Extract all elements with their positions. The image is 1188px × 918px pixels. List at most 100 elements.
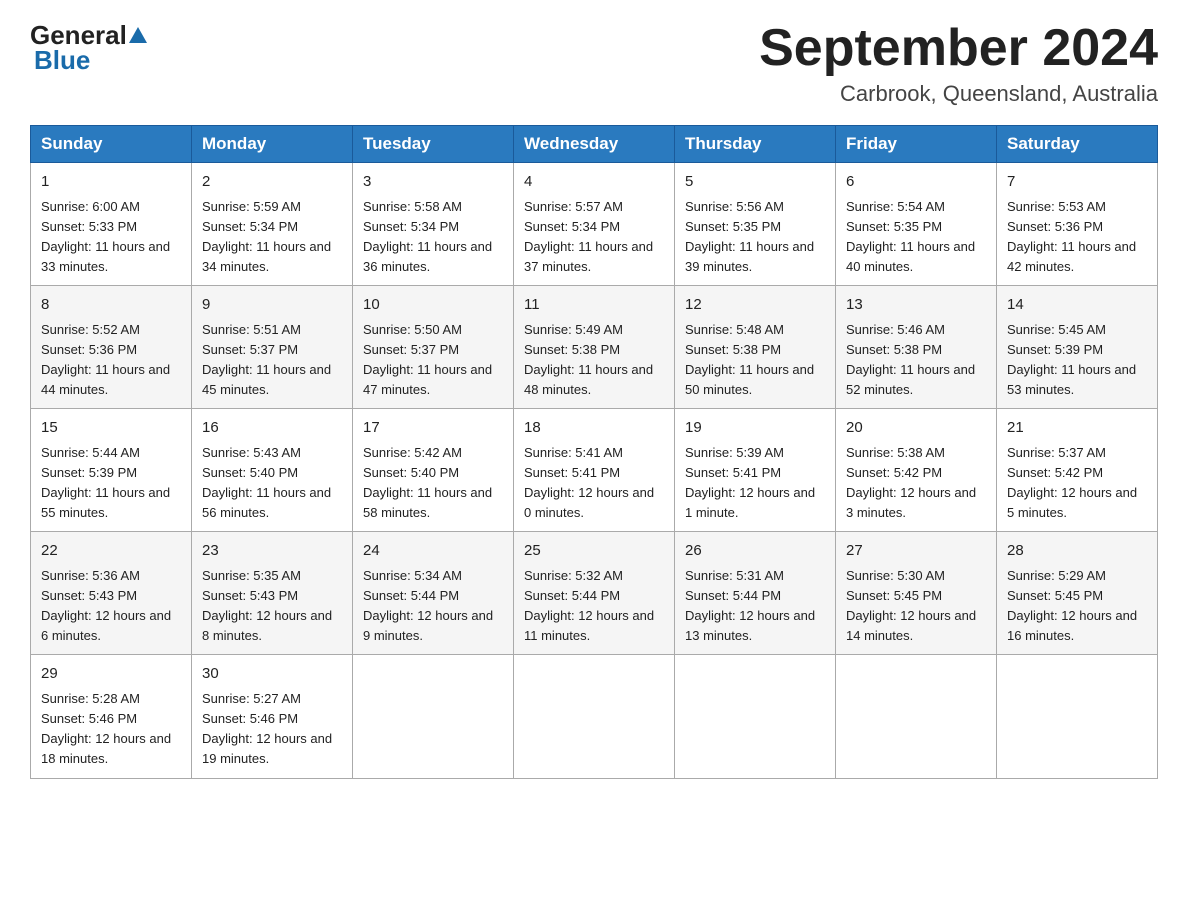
day-info: Sunrise: 5:45 AMSunset: 5:39 PMDaylight:… [1007,320,1147,401]
day-info: Sunrise: 5:53 AMSunset: 5:36 PMDaylight:… [1007,197,1147,278]
day-info: Sunrise: 5:42 AMSunset: 5:40 PMDaylight:… [363,443,503,524]
day-info: Sunrise: 5:30 AMSunset: 5:45 PMDaylight:… [846,566,986,647]
calendar-cell: 12 Sunrise: 5:48 AMSunset: 5:38 PMDayligh… [675,286,836,409]
day-info: Sunrise: 5:36 AMSunset: 5:43 PMDaylight:… [41,566,181,647]
calendar-week-5: 29 Sunrise: 5:28 AMSunset: 5:46 PMDayligh… [31,655,1158,778]
calendar-cell: 5 Sunrise: 5:56 AMSunset: 5:35 PMDaylight… [675,163,836,286]
calendar-cell: 18Sunrise: 5:41 AMSunset: 5:41 PMDayligh… [514,409,675,532]
day-info: Sunrise: 6:00 AMSunset: 5:33 PMDaylight:… [41,197,181,278]
day-info: Sunrise: 5:43 AMSunset: 5:40 PMDaylight:… [202,443,342,524]
day-number: 26 [685,540,825,563]
calendar-cell: 6 Sunrise: 5:54 AMSunset: 5:35 PMDaylight… [836,163,997,286]
weekday-header-tuesday: Tuesday [353,126,514,163]
day-info: Sunrise: 5:34 AMSunset: 5:44 PMDaylight:… [363,566,503,647]
day-number: 23 [202,540,342,563]
day-number: 21 [1007,417,1147,440]
day-info: Sunrise: 5:29 AMSunset: 5:45 PMDaylight:… [1007,566,1147,647]
calendar-cell [514,655,675,778]
calendar-cell: 7 Sunrise: 5:53 AMSunset: 5:36 PMDaylight… [997,163,1158,286]
day-number: 3 [363,171,503,194]
calendar-cell: 10 Sunrise: 5:50 AMSunset: 5:37 PMDayligh… [353,286,514,409]
weekday-header-sunday: Sunday [31,126,192,163]
day-info: Sunrise: 5:31 AMSunset: 5:44 PMDaylight:… [685,566,825,647]
calendar-cell [836,655,997,778]
day-number: 29 [41,663,181,686]
day-info: Sunrise: 5:54 AMSunset: 5:35 PMDaylight:… [846,197,986,278]
calendar-cell: 8 Sunrise: 5:52 AMSunset: 5:36 PMDaylight… [31,286,192,409]
calendar-cell: 3 Sunrise: 5:58 AMSunset: 5:34 PMDaylight… [353,163,514,286]
day-number: 12 [685,294,825,317]
weekday-header-row: SundayMondayTuesdayWednesdayThursdayFrid… [31,126,1158,163]
day-info: Sunrise: 5:32 AMSunset: 5:44 PMDaylight:… [524,566,664,647]
calendar-week-1: 1 Sunrise: 6:00 AMSunset: 5:33 PMDaylight… [31,163,1158,286]
calendar-cell: 4 Sunrise: 5:57 AMSunset: 5:34 PMDaylight… [514,163,675,286]
calendar-cell: 15Sunrise: 5:44 AMSunset: 5:39 PMDayligh… [31,409,192,532]
day-info: Sunrise: 5:37 AMSunset: 5:42 PMDaylight:… [1007,443,1147,524]
calendar-cell [675,655,836,778]
day-number: 10 [363,294,503,317]
calendar-cell [353,655,514,778]
calendar-week-2: 8 Sunrise: 5:52 AMSunset: 5:36 PMDaylight… [31,286,1158,409]
calendar-cell: 17 Sunrise: 5:42 AMSunset: 5:40 PMDayligh… [353,409,514,532]
day-number: 1 [41,171,181,194]
calendar-cell: 22Sunrise: 5:36 AMSunset: 5:43 PMDayligh… [31,532,192,655]
day-info: Sunrise: 5:49 AMSunset: 5:38 PMDaylight:… [524,320,664,401]
day-number: 11 [524,294,664,317]
day-number: 6 [846,171,986,194]
day-info: Sunrise: 5:56 AMSunset: 5:35 PMDaylight:… [685,197,825,278]
day-number: 2 [202,171,342,194]
day-number: 9 [202,294,342,317]
month-title: September 2024 [759,20,1158,77]
day-number: 19 [685,417,825,440]
day-number: 13 [846,294,986,317]
day-number: 25 [524,540,664,563]
logo: General Blue [30,20,149,76]
day-number: 16 [202,417,342,440]
title-area: September 2024 Carbrook, Queensland, Aus… [759,20,1158,107]
calendar-cell: 29 Sunrise: 5:28 AMSunset: 5:46 PMDayligh… [31,655,192,778]
day-info: Sunrise: 5:59 AMSunset: 5:34 PMDaylight:… [202,197,342,278]
calendar-cell: 16 Sunrise: 5:43 AMSunset: 5:40 PMDayligh… [192,409,353,532]
calendar-cell: 1 Sunrise: 6:00 AMSunset: 5:33 PMDaylight… [31,163,192,286]
calendar-cell: 28 Sunrise: 5:29 AMSunset: 5:45 PMDayligh… [997,532,1158,655]
weekday-header-wednesday: Wednesday [514,126,675,163]
day-info: Sunrise: 5:48 AMSunset: 5:38 PMDaylight:… [685,320,825,401]
day-number: 5 [685,171,825,194]
calendar-cell: 26 Sunrise: 5:31 AMSunset: 5:44 PMDayligh… [675,532,836,655]
day-info: Sunrise: 5:58 AMSunset: 5:34 PMDaylight:… [363,197,503,278]
day-number: 28 [1007,540,1147,563]
day-number: 4 [524,171,664,194]
calendar-cell: 20Sunrise: 5:38 AMSunset: 5:42 PMDayligh… [836,409,997,532]
calendar-cell [997,655,1158,778]
day-info: Sunrise: 5:57 AMSunset: 5:34 PMDaylight:… [524,197,664,278]
location-title: Carbrook, Queensland, Australia [759,81,1158,107]
day-info: Sunrise: 5:28 AMSunset: 5:46 PMDaylight:… [41,689,181,770]
day-info: Sunrise: 5:46 AMSunset: 5:38 PMDaylight:… [846,320,986,401]
weekday-header-thursday: Thursday [675,126,836,163]
calendar-cell: 27Sunrise: 5:30 AMSunset: 5:45 PMDayligh… [836,532,997,655]
calendar-cell: 2 Sunrise: 5:59 AMSunset: 5:34 PMDaylight… [192,163,353,286]
weekday-header-saturday: Saturday [997,126,1158,163]
calendar-week-3: 15Sunrise: 5:44 AMSunset: 5:39 PMDayligh… [31,409,1158,532]
day-info: Sunrise: 5:51 AMSunset: 5:37 PMDaylight:… [202,320,342,401]
calendar-week-4: 22Sunrise: 5:36 AMSunset: 5:43 PMDayligh… [31,532,1158,655]
day-number: 17 [363,417,503,440]
day-number: 14 [1007,294,1147,317]
day-number: 8 [41,294,181,317]
day-info: Sunrise: 5:52 AMSunset: 5:36 PMDaylight:… [41,320,181,401]
calendar-cell: 19Sunrise: 5:39 AMSunset: 5:41 PMDayligh… [675,409,836,532]
day-info: Sunrise: 5:38 AMSunset: 5:42 PMDaylight:… [846,443,986,524]
logo-triangle-icon [127,25,149,47]
calendar-cell: 14 Sunrise: 5:45 AMSunset: 5:39 PMDayligh… [997,286,1158,409]
calendar-cell: 13 Sunrise: 5:46 AMSunset: 5:38 PMDayligh… [836,286,997,409]
calendar-table: SundayMondayTuesdayWednesdayThursdayFrid… [30,125,1158,778]
page-header: General Blue September 2024 Carbrook, Qu… [30,20,1158,107]
day-info: Sunrise: 5:44 AMSunset: 5:39 PMDaylight:… [41,443,181,524]
calendar-cell: 30 Sunrise: 5:27 AMSunset: 5:46 PMDayligh… [192,655,353,778]
day-number: 30 [202,663,342,686]
logo-blue-text: Blue [34,45,90,76]
day-info: Sunrise: 5:27 AMSunset: 5:46 PMDaylight:… [202,689,342,770]
day-number: 24 [363,540,503,563]
day-number: 7 [1007,171,1147,194]
day-info: Sunrise: 5:50 AMSunset: 5:37 PMDaylight:… [363,320,503,401]
